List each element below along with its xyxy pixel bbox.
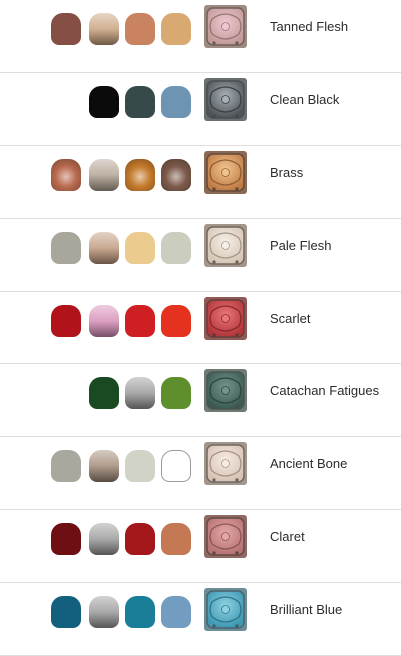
paint-pot-swatch[interactable]	[51, 523, 81, 556]
paint-scheme-name: Brass	[270, 164, 304, 180]
paint-row[interactable]: Clean Black	[0, 73, 401, 146]
shoulder-pad-thumbnail[interactable]	[204, 588, 247, 632]
paint-pot-swatch[interactable]	[89, 231, 119, 264]
paint-pot-swatch[interactable]	[89, 13, 119, 45]
paint-pot-swatch[interactable]	[125, 377, 155, 410]
shoulder-pad-thumbnail[interactable]	[204, 223, 247, 267]
paint-pot-swatch[interactable]	[51, 158, 81, 191]
shoulder-pad-thumbnail[interactable]	[204, 369, 247, 413]
paint-row[interactable]: Tanned Flesh	[0, 0, 401, 73]
shoulder-pad-thumbnail[interactable]	[204, 5, 247, 48]
paint-pot-swatch[interactable]	[125, 304, 155, 337]
paint-pot-swatch[interactable]	[89, 523, 119, 556]
paint-pot-swatch[interactable]	[161, 304, 191, 337]
paint-scheme-name: Claret	[270, 529, 305, 545]
paint-pot-swatch[interactable]	[51, 13, 81, 45]
paint-pot-swatch[interactable]	[89, 450, 119, 483]
shoulder-pad-thumbnail[interactable]	[204, 442, 247, 486]
paint-row[interactable]: Pale Flesh	[0, 219, 401, 292]
shoulder-pad-thumbnail[interactable]	[204, 150, 247, 194]
paint-scheme-name: Clean Black	[270, 91, 340, 107]
paint-pot-swatch[interactable]	[161, 158, 191, 191]
paint-scheme-list: Tanned Flesh Clean Black Brass Pale Flesh Sc…	[0, 0, 401, 656]
paint-pot-swatch[interactable]	[125, 13, 155, 45]
paint-pot-swatch[interactable]	[51, 450, 81, 483]
paint-pot-swatch[interactable]	[51, 304, 81, 337]
paint-pot-swatch[interactable]	[161, 13, 191, 45]
paint-row[interactable]: Ancient Bone	[0, 437, 401, 511]
shoulder-pad-thumbnail[interactable]	[204, 77, 247, 121]
paint-scheme-name: Catachan Fatigues	[270, 383, 380, 399]
paint-row[interactable]: Claret	[0, 510, 401, 584]
paint-pot-swatch[interactable]	[89, 596, 119, 629]
paint-row[interactable]: Scarlet	[0, 292, 401, 365]
paint-pot-swatch[interactable]	[125, 450, 155, 483]
shoulder-pad-thumbnail[interactable]	[204, 515, 247, 559]
paint-pot-swatch[interactable]	[161, 377, 191, 410]
paint-scheme-name: Tanned Flesh	[270, 19, 349, 34]
paint-pot-swatch[interactable]	[125, 85, 155, 118]
paint-pot-swatch[interactable]	[161, 450, 191, 483]
paint-row[interactable]: Brass	[0, 146, 401, 219]
paint-scheme-name: Scarlet	[270, 310, 311, 326]
shoulder-pad-thumbnail[interactable]	[204, 296, 247, 340]
paint-pot-swatch[interactable]	[161, 231, 191, 264]
paint-pot-swatch[interactable]	[89, 304, 119, 337]
paint-pot-swatch[interactable]	[89, 85, 119, 118]
paint-pot-swatch[interactable]	[161, 596, 191, 629]
paint-pot-swatch[interactable]	[51, 231, 81, 264]
paint-scheme-name: Brilliant Blue	[270, 602, 343, 618]
paint-pot-swatch[interactable]	[89, 377, 119, 410]
paint-pot-swatch[interactable]	[125, 231, 155, 264]
paint-pot-swatch[interactable]	[161, 85, 191, 118]
paint-scheme-name: Ancient Bone	[270, 456, 348, 472]
paint-pot-swatch[interactable]	[89, 158, 119, 191]
paint-row[interactable]: Catachan Fatigues	[0, 364, 401, 438]
paint-pot-swatch[interactable]	[125, 158, 155, 191]
paint-row[interactable]: Brilliant Blue	[0, 583, 401, 656]
paint-pot-swatch[interactable]	[51, 596, 81, 629]
paint-scheme-name: Pale Flesh	[270, 237, 332, 253]
paint-pot-swatch[interactable]	[161, 523, 191, 556]
paint-pot-swatch[interactable]	[125, 523, 155, 556]
paint-pot-swatch[interactable]	[125, 596, 155, 629]
